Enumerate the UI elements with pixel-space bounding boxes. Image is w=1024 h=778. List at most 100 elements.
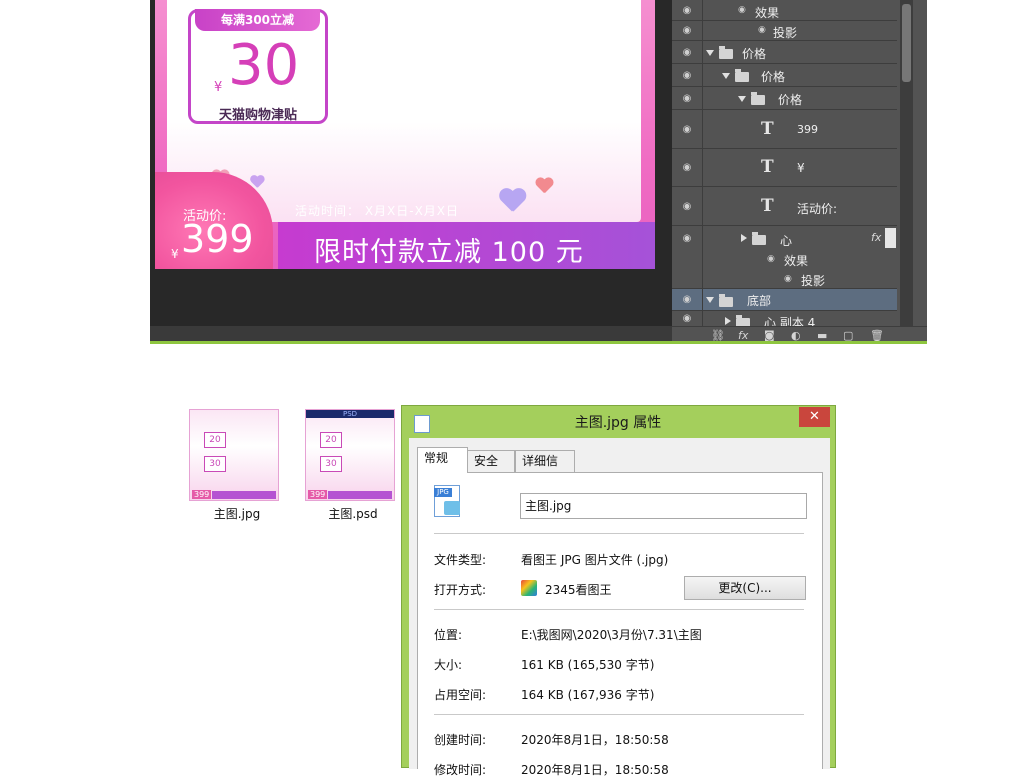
psd-badge: PSD bbox=[306, 410, 394, 418]
effect-eye-icon[interactable]: ◉ bbox=[784, 274, 792, 284]
layer-eye-column bbox=[672, 250, 703, 269]
promo-time: 活动时间： X月X日-X月X日 bbox=[295, 204, 460, 218]
collapse-arrow-icon[interactable] bbox=[722, 73, 730, 79]
layer-label: 心 bbox=[780, 234, 793, 248]
thumb-price: 399 bbox=[308, 490, 328, 499]
promo-banner-text: 限时付款立减 100 元 bbox=[314, 237, 584, 268]
visibility-eye-icon[interactable]: ◉ bbox=[672, 87, 703, 109]
visibility-eye-icon[interactable]: ◉ bbox=[672, 41, 703, 63]
layer-label: ¥ bbox=[797, 161, 805, 175]
size-label: 大小: bbox=[434, 658, 463, 672]
status-bar bbox=[150, 326, 672, 342]
dialog-body: 常规 安全 详细信息 JPG 主图.jpg 文件类型: 看图王 JPG 图片文件… bbox=[409, 438, 830, 777]
layer-label: 价格 bbox=[778, 93, 803, 107]
file-name-field[interactable]: 主图.jpg bbox=[520, 493, 807, 519]
layers-panel: ◉ ◉ 效果 ◉ ◉ 投影 ◉ 价格 ◉ 价格 ◉ 价格 ◉ T 399 ◉ T… bbox=[672, 0, 927, 344]
created-label: 创建时间: bbox=[434, 733, 487, 747]
artboard: 每满300立减 ¥ 30 天猫购物津贴 活动价: ¥ 399 活动时间： X月X… bbox=[155, 0, 655, 269]
layer-row-shadow[interactable]: ◉ 投影 bbox=[672, 269, 897, 289]
thumb-banner bbox=[328, 491, 392, 499]
size-value: 161 KB (165,530 字节) bbox=[521, 658, 655, 672]
created-value: 2020年8月1日，18:50:58 bbox=[521, 733, 669, 747]
collapse-arrow-icon[interactable] bbox=[706, 297, 714, 303]
layer-label: 效果 bbox=[755, 6, 780, 20]
layer-group-price[interactable]: ◉ 价格 bbox=[672, 41, 897, 64]
layer-group-bottom[interactable]: ◉ 底部 bbox=[672, 289, 897, 311]
scroll-up-button[interactable] bbox=[885, 228, 896, 248]
collapse-arrow-icon[interactable] bbox=[738, 96, 746, 102]
tab-security[interactable]: 安全 bbox=[467, 450, 515, 472]
file-type-value: 看图王 JPG 图片文件 (.jpg) bbox=[521, 553, 669, 567]
disk-size-label: 占用空间: bbox=[434, 688, 487, 702]
promo-price: 399 bbox=[181, 217, 254, 261]
folder-icon bbox=[735, 69, 749, 82]
file-type-label: 文件类型: bbox=[434, 553, 487, 567]
layer-group-price[interactable]: ◉ 价格 bbox=[672, 87, 897, 110]
file-name: 主图.psd bbox=[328, 507, 378, 521]
layer-label: 投影 bbox=[773, 26, 798, 40]
thumb-price: 399 bbox=[192, 490, 212, 499]
layer-text-399[interactable]: ◉ T 399 bbox=[672, 110, 897, 149]
open-with-value: 2345看图王 bbox=[545, 583, 612, 597]
visibility-eye-icon[interactable]: ◉ bbox=[672, 149, 703, 186]
promo-banner: 限时付款立减 100 元 bbox=[278, 222, 655, 269]
expand-arrow-icon[interactable] bbox=[741, 234, 747, 242]
collapse-arrow-icon[interactable] bbox=[706, 50, 714, 56]
thumb-coupon: 20 bbox=[204, 432, 226, 448]
layer-group-heart-copy[interactable]: ◉ 心 副本 4 bbox=[672, 311, 897, 330]
app-icon bbox=[521, 580, 537, 596]
properties-dialog: 主图.jpg 属性 ✕ 常规 安全 详细信息 JPG 主图.jpg 文件类型: … bbox=[401, 405, 836, 777]
layer-label: 399 bbox=[797, 123, 818, 136]
file-thumbnail[interactable]: 20 30 399 bbox=[189, 409, 279, 501]
change-button[interactable]: 更改(C)... bbox=[684, 576, 806, 600]
separator bbox=[434, 714, 804, 715]
layer-row-effects[interactable]: ◉ 效果 bbox=[672, 250, 897, 269]
tab-details[interactable]: 详细信息 bbox=[515, 450, 575, 489]
heart-icon bbox=[535, 178, 553, 194]
effect-eye-icon[interactable]: ◉ bbox=[738, 5, 746, 15]
folder-icon bbox=[751, 92, 765, 105]
thumb-coupon: 30 bbox=[320, 456, 342, 472]
thumb-coupon: 30 bbox=[204, 456, 226, 472]
layer-label: 投影 bbox=[801, 274, 826, 288]
text-layer-icon: T bbox=[761, 119, 774, 139]
location-value: E:\我图网\2020\3月份\7.31\主图 bbox=[521, 628, 702, 642]
heart-icon bbox=[499, 189, 526, 213]
tab-general[interactable]: 常规 bbox=[417, 447, 468, 473]
fx-icon[interactable]: fx bbox=[871, 231, 881, 244]
dialog-title: 主图.jpg 属性 bbox=[574, 415, 662, 431]
text-layer-icon: T bbox=[761, 196, 774, 216]
layer-label: 活动价: bbox=[797, 202, 838, 216]
visibility-eye-icon[interactable]: ◉ bbox=[672, 226, 703, 250]
file-thumbnail[interactable]: PSD 20 30 399 bbox=[305, 409, 395, 501]
expand-arrow-icon[interactable] bbox=[725, 317, 731, 325]
layer-row-effects[interactable]: ◉ ◉ 效果 bbox=[672, 0, 897, 21]
visibility-eye-icon[interactable]: ◉ bbox=[672, 289, 703, 310]
coupon-card: 每满300立减 ¥ 30 天猫购物津贴 bbox=[188, 9, 328, 124]
layers-footer: ⛓ fx ◙ ◐ ▬ ▢ 🗑 bbox=[672, 326, 927, 342]
layer-text-yen[interactable]: ◉ T ¥ bbox=[672, 149, 897, 187]
thumb-banner bbox=[212, 491, 276, 499]
folder-icon bbox=[719, 46, 733, 59]
effect-eye-icon[interactable]: ◉ bbox=[758, 25, 766, 35]
modified-value: 2020年8月1日，18:50:58 bbox=[521, 763, 669, 777]
tab-panel-general: JPG 主图.jpg 文件类型: 看图王 JPG 图片文件 (.jpg) 打开方… bbox=[417, 472, 823, 777]
close-button[interactable]: ✕ bbox=[799, 407, 830, 427]
visibility-eye-icon[interactable]: ◉ bbox=[672, 0, 703, 20]
layer-group-price[interactable]: ◉ 价格 bbox=[672, 64, 897, 87]
visibility-eye-icon[interactable]: ◉ bbox=[672, 187, 703, 225]
visibility-eye-icon[interactable]: ◉ bbox=[672, 311, 703, 326]
photoshop-window: 每满300立减 ¥ 30 天猫购物津贴 活动价: ¥ 399 活动时间： X月X… bbox=[150, 0, 927, 344]
layer-row-shadow[interactable]: ◉ ◉ 投影 bbox=[672, 21, 897, 41]
frame-border bbox=[150, 341, 927, 344]
visibility-eye-icon[interactable]: ◉ bbox=[672, 64, 703, 86]
effect-eye-icon[interactable]: ◉ bbox=[767, 254, 775, 264]
visibility-eye-icon[interactable]: ◉ bbox=[672, 110, 703, 148]
visibility-eye-icon[interactable]: ◉ bbox=[672, 21, 703, 40]
layers-scrollbar-thumb[interactable] bbox=[902, 4, 911, 82]
layer-text-promo[interactable]: ◉ T 活动价: bbox=[672, 187, 897, 226]
coupon-amount: 30 bbox=[228, 33, 300, 98]
layer-group-heart[interactable]: ◉ 心 fx bbox=[672, 226, 897, 250]
canvas-area: 每满300立减 ¥ 30 天猫购物津贴 活动价: ¥ 399 活动时间： X月X… bbox=[150, 0, 670, 326]
file-name: 主图.jpg bbox=[213, 507, 261, 521]
